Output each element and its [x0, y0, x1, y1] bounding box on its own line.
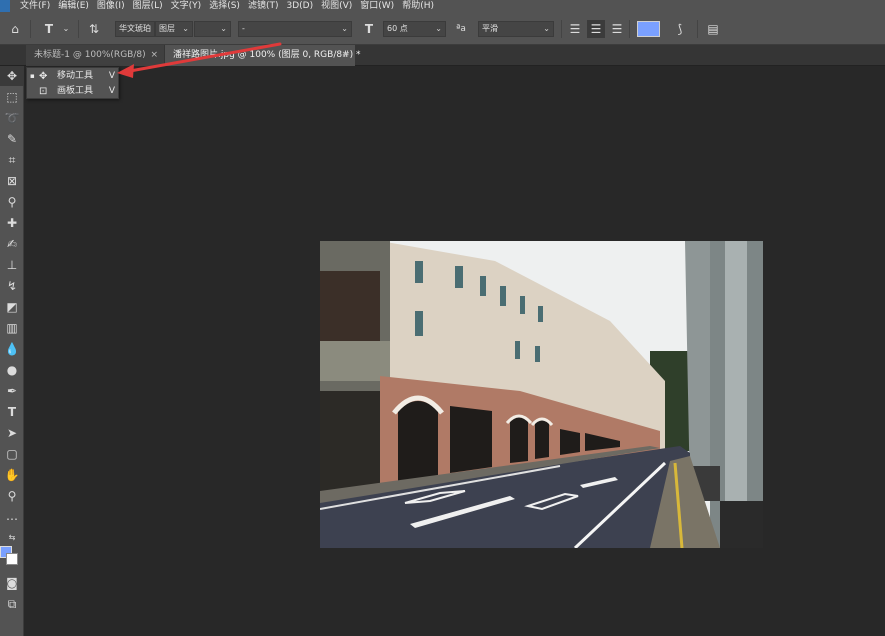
annotation-arrow: [117, 42, 282, 78]
photoshop-window: 文件(F) 编辑(E) 图像(I) 图层(L) 文字(Y) 选择(S) 滤镜(T…: [0, 0, 885, 636]
